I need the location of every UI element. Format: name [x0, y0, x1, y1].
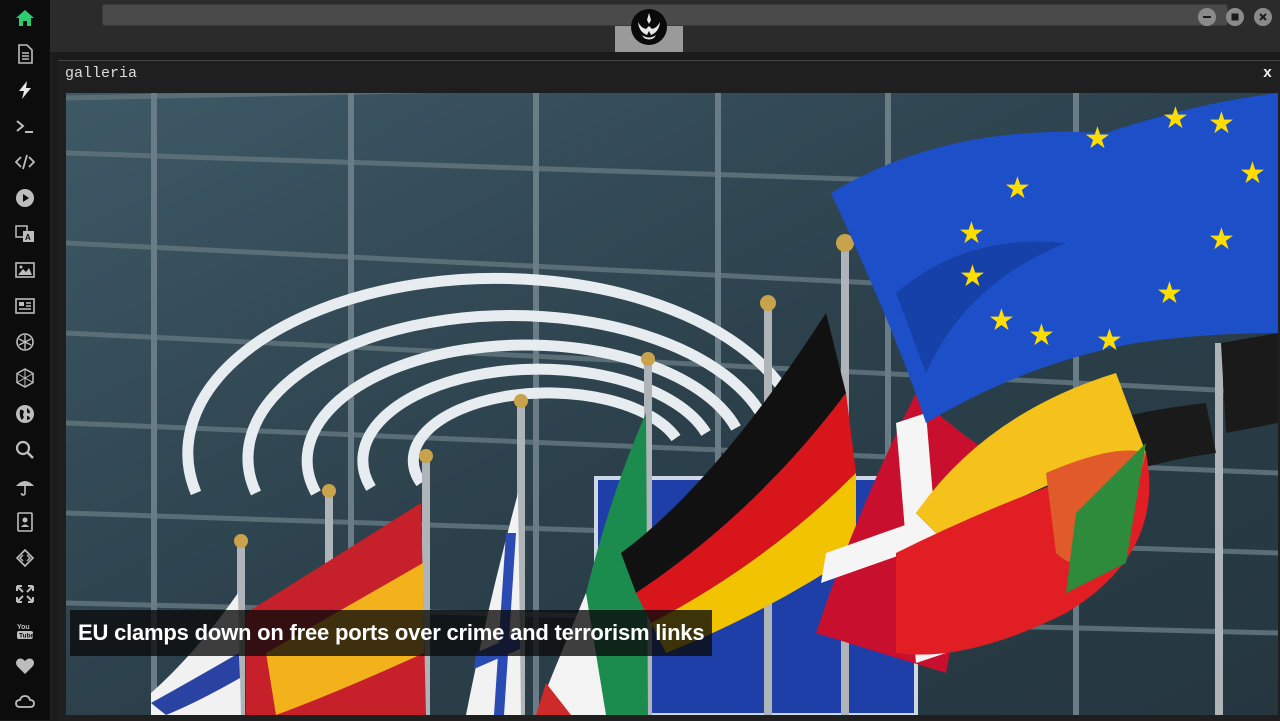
svg-text:A: A [25, 233, 31, 242]
image-icon[interactable] [14, 259, 36, 281]
svg-text:★: ★ [1096, 323, 1123, 358]
svg-text:★: ★ [1162, 101, 1189, 136]
svg-text:★: ★ [1084, 121, 1111, 156]
svg-text:Tube: Tube [19, 633, 34, 640]
cloud-icon[interactable] [14, 691, 36, 713]
svg-text:★: ★ [958, 216, 985, 251]
minimize-button[interactable] [1198, 8, 1216, 26]
translate-icon[interactable]: A [14, 223, 36, 245]
minimize-icon [1203, 16, 1211, 18]
svg-text:You: You [17, 624, 30, 631]
home-icon[interactable] [14, 7, 36, 29]
panel-close-button[interactable]: x [1263, 65, 1272, 82]
svg-text:★: ★ [1239, 156, 1266, 191]
svg-text:★: ★ [1156, 276, 1183, 311]
svg-text:★: ★ [1028, 318, 1055, 353]
contact-book-icon[interactable] [14, 511, 36, 533]
document-icon[interactable] [14, 43, 36, 65]
heart-icon[interactable] [14, 655, 36, 677]
image-caption: EU clamps down on free ports over crime … [70, 610, 713, 656]
window-close-button[interactable] [1254, 8, 1272, 26]
rebel-icon[interactable] [14, 331, 36, 353]
svg-text:★: ★ [1004, 171, 1031, 206]
panel-title: galleria [65, 65, 138, 82]
svg-text:★: ★ [959, 259, 986, 294]
code-icon[interactable] [14, 151, 36, 173]
empire-icon[interactable] [14, 367, 36, 389]
umbrella-icon[interactable] [14, 475, 36, 497]
maximize-icon [1231, 13, 1239, 21]
play-icon[interactable] [14, 187, 36, 209]
terminal-icon[interactable] [14, 115, 36, 137]
maximize-button[interactable] [1226, 8, 1244, 26]
expand-icon[interactable] [14, 583, 36, 605]
sidebar: A You Tube [0, 0, 51, 720]
svg-text:★: ★ [988, 303, 1015, 338]
search-icon[interactable] [14, 439, 36, 461]
rebel-logo-icon [630, 8, 668, 46]
newspaper-icon[interactable] [14, 295, 36, 317]
globe-icon[interactable] [14, 403, 36, 425]
svg-text:★: ★ [1208, 222, 1235, 257]
svg-text:★: ★ [1208, 106, 1235, 141]
youtube-icon[interactable]: You Tube [14, 619, 36, 641]
lightning-icon[interactable] [14, 79, 36, 101]
dev-icon[interactable] [14, 547, 36, 569]
close-icon [1259, 13, 1267, 21]
